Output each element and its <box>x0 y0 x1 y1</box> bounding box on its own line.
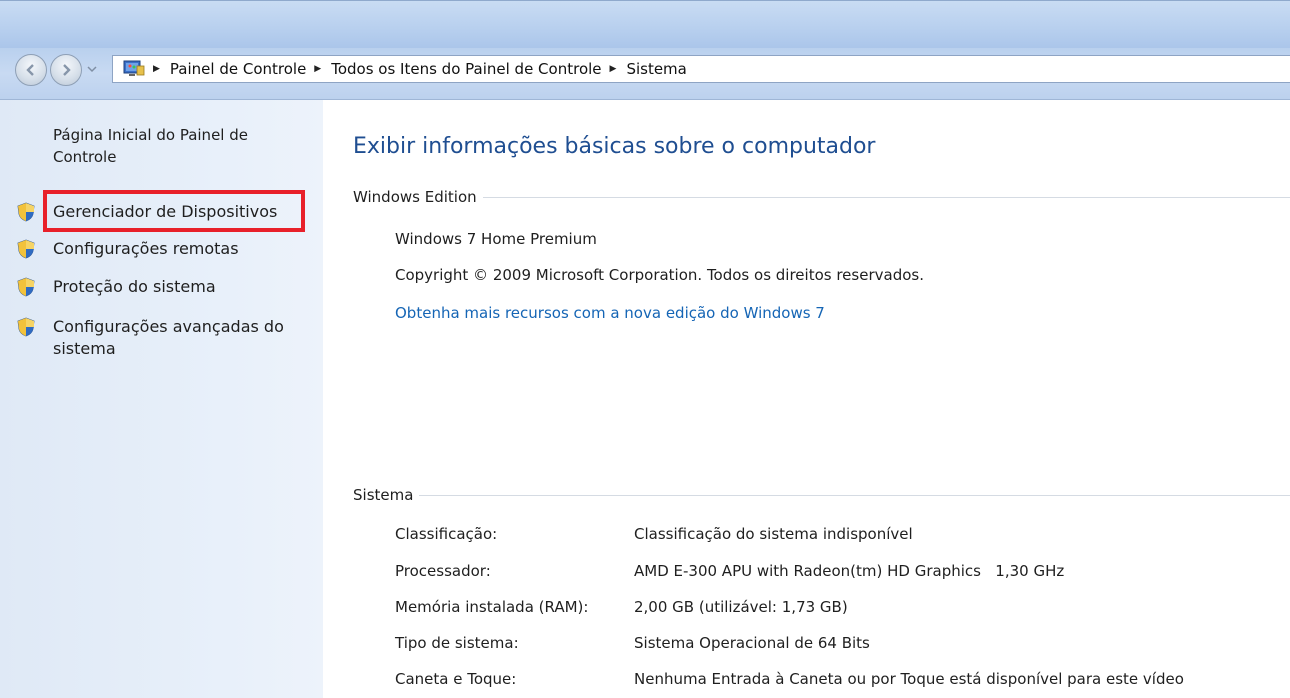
system-heading: Sistema <box>353 486 1290 504</box>
pen-touch-value: Nenhuma Entrada à Caneta ou por Toque es… <box>634 670 1184 688</box>
breadcrumb-painel-de-controle[interactable]: Painel de Controle <box>170 60 306 78</box>
address-bar[interactable]: ▶ Painel de Controle ▶ Todos os Itens do… <box>112 55 1290 83</box>
uac-shield-icon <box>17 277 35 297</box>
sidebar-item-remote-settings[interactable]: Configurações remotas <box>16 238 303 260</box>
section-heading-label: Windows Edition <box>353 188 477 206</box>
processor-value: AMD E-300 APU with Radeon(tm) HD Graphic… <box>634 562 1065 580</box>
breadcrumb-separator-icon: ▶ <box>153 64 160 74</box>
windows-edition-name: Windows 7 Home Premium <box>395 230 597 248</box>
back-button[interactable] <box>15 54 47 86</box>
recent-pages-dropdown[interactable] <box>86 62 98 76</box>
breadcrumb-separator-icon[interactable]: ▶ <box>610 64 617 74</box>
sidebar-item-label: Proteção do sistema <box>53 277 216 296</box>
breadcrumb-sistema[interactable]: Sistema <box>626 60 686 78</box>
pen-touch-label: Caneta e Toque: <box>395 670 517 688</box>
section-divider <box>419 494 1290 496</box>
sidebar-item-label: Configurações avançadas do sistema <box>53 317 284 358</box>
upgrade-link[interactable]: Obtenha mais recursos com a nova edição … <box>395 304 825 322</box>
control-panel-icon <box>123 60 145 76</box>
rating-value-link[interactable]: Classificação do sistema indisponível <box>634 525 913 543</box>
forward-button[interactable] <box>50 54 82 86</box>
breadcrumb-todos-os-itens[interactable]: Todos os Itens do Painel de Controle <box>331 60 601 78</box>
copyright-text: Copyright © 2009 Microsoft Corporation. … <box>395 266 924 284</box>
sidebar-item-advanced-settings[interactable]: Configurações avançadas do sistema <box>16 316 298 360</box>
arrow-right-icon <box>63 64 71 76</box>
uac-shield-icon <box>17 239 35 259</box>
sidebar-home-link[interactable]: Página Inicial do Painel de Controle <box>53 124 293 168</box>
page-title: Exibir informações básicas sobre o compu… <box>353 134 876 159</box>
section-heading-label: Sistema <box>353 486 414 504</box>
processor-label: Processador: <box>395 562 491 580</box>
chevron-down-icon <box>87 66 97 73</box>
ram-value: 2,00 GB (utilizável: 1,73 GB) <box>634 598 848 616</box>
section-divider <box>482 196 1290 198</box>
sidebar-item-system-protection[interactable]: Proteção do sistema <box>16 276 303 298</box>
windows-edition-heading: Windows Edition <box>353 188 1290 206</box>
arrow-left-icon <box>26 64 34 76</box>
breadcrumb-separator-icon[interactable]: ▶ <box>314 64 321 74</box>
sidebar-item-label: Configurações remotas <box>53 239 239 258</box>
system-type-value: Sistema Operacional de 64 Bits <box>634 634 870 652</box>
window-title-bar <box>0 0 1290 49</box>
highlight-box <box>43 190 305 232</box>
system-type-label: Tipo de sistema: <box>395 634 519 652</box>
uac-shield-icon <box>17 202 35 222</box>
ram-label: Memória instalada (RAM): <box>395 598 589 616</box>
rating-label: Classificação: <box>395 525 498 543</box>
uac-shield-icon <box>17 317 35 337</box>
